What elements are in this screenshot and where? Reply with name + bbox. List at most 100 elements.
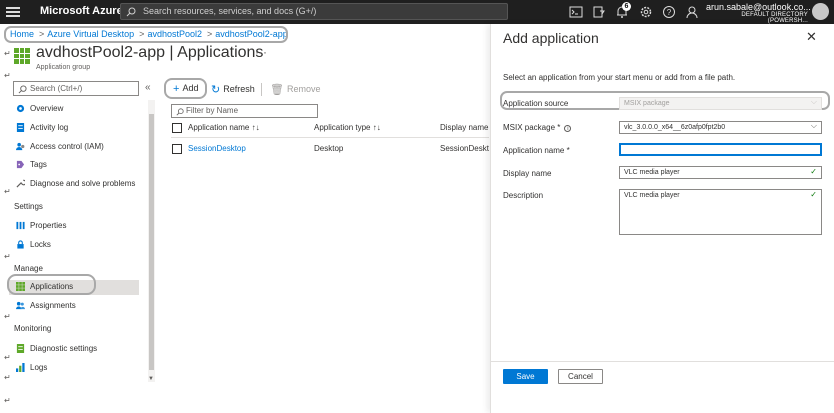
column-header-display-name[interactable]: Display name [440, 123, 488, 132]
sidebar-scrollbar-thumb[interactable] [149, 114, 154, 370]
return-mark: ↵ [4, 252, 11, 261]
return-mark: ↵ [4, 49, 11, 58]
cloud-shell-icon[interactable] [569, 5, 583, 19]
description-value: VLC media player [624, 192, 680, 199]
msix-package-select[interactable]: vlc_3.0.0.0_x64__6z0afp0fpt2b0 ⌵ [619, 121, 822, 134]
feedback-icon[interactable] [685, 5, 699, 19]
cancel-button[interactable]: Cancel [558, 369, 603, 384]
search-icon [18, 85, 27, 94]
sidebar-item-label: Activity log [30, 123, 69, 132]
description-label: Description [503, 191, 544, 200]
user-email: arun.sabale@outlook.co... [706, 2, 811, 12]
toolbar-divider [261, 83, 262, 96]
breadcrumb-highlight-ring [4, 26, 288, 43]
return-mark: ↵ [4, 312, 11, 321]
sidebar-section-settings: Settings [14, 202, 43, 211]
add-button[interactable]: + Add [173, 83, 198, 97]
more-options-button[interactable]: ··· [255, 45, 267, 59]
wrench-icon [16, 179, 25, 188]
display-name-value: VLC media player [624, 169, 680, 176]
column-header-application-name[interactable]: Application name ↑↓ [188, 123, 260, 132]
close-icon[interactable]: ✕ [806, 29, 817, 45]
notification-badge: 6 [622, 2, 631, 11]
lock-icon [17, 240, 24, 249]
select-all-checkbox[interactable] [172, 123, 182, 133]
properties-icon [16, 221, 25, 230]
sidebar-section-monitoring: Monitoring [14, 324, 52, 333]
return-mark: ↵ [4, 353, 11, 362]
checkmark-icon: ✓ [810, 190, 817, 199]
display-name-label: Display name [503, 169, 552, 178]
filter-placeholder: Filter by Name [186, 106, 239, 115]
checkmark-icon: ✓ [810, 167, 817, 176]
sidebar-item-label: Access control (IAM) [30, 142, 104, 151]
return-mark: ↵ [4, 373, 11, 382]
refresh-button-label: Refresh [223, 84, 255, 94]
scroll-down-arrow-icon[interactable]: ▼ [148, 376, 154, 382]
sidebar-search-input[interactable]: Search (Ctrl+/) [13, 81, 139, 96]
display-name-cell: SessionDesktop [440, 144, 489, 153]
sidebar-item-label: Assignments [30, 301, 76, 310]
logs-icon [16, 363, 25, 372]
remove-button-label: Remove [286, 84, 321, 94]
application-name-input[interactable] [619, 143, 822, 156]
global-search-placeholder: Search resources, services, and docs (G+… [143, 6, 317, 16]
msix-package-value: vlc_3.0.0.0_x64__6z0afp0fpt2b0 [624, 124, 726, 131]
column-header-application-type[interactable]: Application type ↑↓ [314, 123, 381, 132]
trash-icon: 🗑 [270, 84, 284, 96]
sidebar-search-placeholder: Search (Ctrl+/) [30, 84, 83, 93]
panel-intro-text: Select an application from your start me… [503, 73, 736, 82]
users-icon [16, 301, 25, 310]
gear-icon[interactable] [639, 5, 653, 19]
chevron-down-icon: ⌵ [810, 121, 817, 130]
search-icon [176, 108, 184, 116]
msix-package-label-text: MSIX package * [503, 123, 561, 132]
avatar[interactable] [812, 3, 829, 20]
return-mark: ↵ [4, 71, 11, 80]
table-header-divider [171, 137, 489, 138]
add-application-panel: Add application ✕ Select an application … [490, 24, 834, 413]
hamburger-menu-icon[interactable] [6, 5, 20, 19]
brand-title[interactable]: Microsoft Azure [40, 5, 123, 17]
plus-icon: + [173, 83, 180, 95]
search-icon [126, 7, 136, 17]
global-search-input[interactable]: Search resources, services, and docs (G+… [120, 3, 508, 20]
user-account[interactable]: arun.sabale@outlook.co... DEFAULT DIRECT… [706, 2, 811, 24]
help-icon[interactable]: ? [662, 5, 676, 19]
info-icon[interactable]: i [564, 125, 572, 132]
sidebar-item-label: Properties [30, 221, 67, 230]
azure-top-bar: Microsoft Azure Search resources, servic… [0, 0, 834, 24]
sidebar-item-label: Tags [30, 160, 47, 169]
row-checkbox[interactable] [172, 144, 182, 154]
diagnostic-icon [16, 344, 25, 353]
application-source-label: Application source [503, 99, 569, 108]
sidebar-item-label: Locks [30, 240, 51, 249]
overview-icon [16, 104, 25, 113]
application-source-select[interactable]: MSIX package ⌵ [619, 97, 822, 110]
iam-icon [16, 142, 25, 151]
svg-text:?: ? [667, 8, 672, 17]
msix-package-label: MSIX package * i [503, 123, 572, 132]
application-name-label: Application name * [503, 146, 570, 155]
display-name-input[interactable]: VLC media player ✓ [619, 166, 822, 179]
tag-icon [16, 160, 25, 169]
save-button[interactable]: Save [503, 369, 548, 384]
filter-by-name-input[interactable]: Filter by Name [171, 104, 318, 118]
collapse-sidebar-button[interactable]: « [145, 82, 151, 93]
application-group-icon [14, 48, 30, 64]
directory-filter-icon[interactable] [592, 5, 606, 19]
application-name-link[interactable]: SessionDesktop [188, 144, 246, 153]
user-directory: DEFAULT DIRECTORY (POWERSH... [741, 12, 808, 24]
application-type-cell: Desktop [314, 144, 344, 153]
refresh-button[interactable]: ↻ Refresh [211, 83, 255, 97]
return-mark: ↵ [4, 187, 11, 196]
remove-button[interactable]: 🗑 Remove [270, 83, 320, 97]
page-title: avdhostPool2-app | Applications [36, 44, 264, 61]
sidebar-scrollbar[interactable]: ▼ [148, 100, 155, 382]
sidebar-section-manage: Manage [14, 264, 43, 273]
sidebar-item-label: Diagnostic settings [30, 344, 98, 353]
sidebar-item-label: Logs [30, 363, 48, 372]
description-textarea[interactable]: VLC media player ✓ [619, 189, 822, 235]
panel-title: Add application [503, 30, 599, 46]
application-source-value: MSIX package [624, 100, 670, 107]
